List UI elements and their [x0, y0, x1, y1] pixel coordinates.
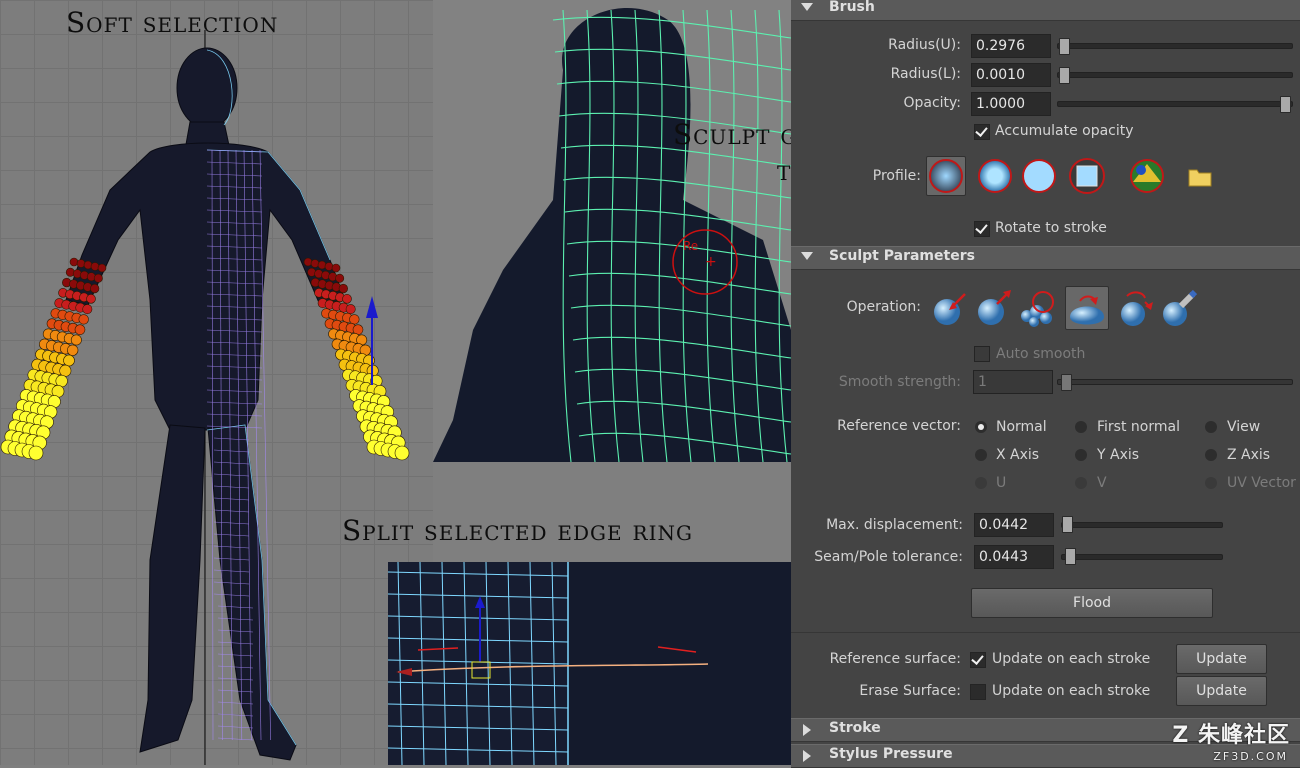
- edge-ring-mesh: [388, 562, 709, 765]
- radio-x-axis-label: X Axis: [996, 447, 1040, 463]
- radio-v[interactable]: [1075, 477, 1087, 489]
- watermark-url: ZF3D.COM: [1213, 750, 1288, 763]
- radius-u-slider-track[interactable]: [1057, 43, 1293, 49]
- profile-label: Profile:: [872, 168, 921, 184]
- expand-triangle-icon: [801, 3, 813, 11]
- erase-icon[interactable]: [1159, 288, 1199, 328]
- radio-view-label: View: [1227, 419, 1261, 435]
- radio-x-axis[interactable]: [975, 449, 987, 461]
- accumulate-opacity-label: Accumulate opacity: [995, 123, 1134, 139]
- push-icon[interactable]: [929, 288, 969, 328]
- smooth-strength-field[interactable]: 1: [973, 370, 1053, 394]
- sculpt-parameters-header-label: Sculpt Parameters: [829, 248, 975, 264]
- image-brush-icon[interactable]: [1127, 156, 1167, 196]
- sculpt-parameters-header[interactable]: Sculpt Parameters: [791, 246, 1300, 270]
- seam-pole-tolerance-field[interactable]: 0.0443: [974, 545, 1054, 569]
- smooth-strength-label: Smooth strength:: [838, 374, 961, 390]
- rotate-to-stroke-checkbox[interactable]: [974, 221, 990, 237]
- smooth-strength-slider-handle[interactable]: [1061, 374, 1072, 391]
- radio-v-label: V: [1097, 475, 1107, 491]
- svg-text:Re: Re: [683, 239, 698, 253]
- seam-pole-slider-track[interactable]: [1061, 554, 1223, 560]
- collapsed-triangle-icon: [803, 750, 811, 762]
- brush-section-header[interactable]: Brush: [791, 0, 1300, 21]
- split-edge-viewport[interactable]: [388, 562, 791, 765]
- seam-pole-slider-handle[interactable]: [1065, 548, 1076, 565]
- max-displacement-label: Max. displacement:: [826, 517, 963, 533]
- brush-header-label: Brush: [829, 0, 875, 15]
- erase-surface-checkbox[interactable]: [970, 684, 986, 700]
- opacity-slider-handle[interactable]: [1280, 96, 1291, 113]
- relax-icon[interactable]: [1065, 286, 1109, 330]
- svg-text:+: +: [705, 254, 717, 270]
- radius-l-label: Radius(L):: [890, 66, 961, 82]
- auto-smooth-label: Auto smooth: [996, 346, 1086, 362]
- max-displacement-slider-track[interactable]: [1061, 522, 1223, 528]
- radio-z-axis[interactable]: [1205, 449, 1217, 461]
- erase-surface-label: Erase Surface:: [859, 683, 961, 699]
- reference-vector-label: Reference vector:: [837, 418, 961, 434]
- sculpt-viewport[interactable]: Re + Sculpt geometry tool: [433, 0, 791, 462]
- erase-surface-update-label: Update on each stroke: [992, 683, 1151, 699]
- radius-l-slider-handle[interactable]: [1059, 67, 1070, 84]
- pull-icon[interactable]: [973, 288, 1013, 328]
- radio-y-axis[interactable]: [1075, 449, 1087, 461]
- reference-surface-label: Reference surface:: [829, 651, 961, 667]
- shoulder-mesh: Re +: [433, 8, 791, 462]
- radius-l-field[interactable]: 0.0010: [971, 63, 1051, 87]
- radio-view[interactable]: [1205, 421, 1217, 433]
- radio-u-label: U: [996, 475, 1007, 491]
- collapsed-triangle-icon: [803, 724, 811, 736]
- max-displacement-field[interactable]: 0.0442: [974, 513, 1054, 537]
- soft-selection-caption: Soft selection: [66, 6, 279, 39]
- seam-pole-tolerance-label: Seam/Pole tolerance:: [814, 549, 963, 565]
- radio-y-axis-label: Y Axis: [1097, 447, 1140, 463]
- radio-uv-vector-label: UV Vector: [1227, 475, 1296, 491]
- radio-u[interactable]: [975, 477, 987, 489]
- reference-surface-update-label: Update on each stroke: [992, 651, 1151, 667]
- auto-smooth-checkbox[interactable]: [974, 346, 990, 362]
- smooth-strength-slider-track[interactable]: [1057, 379, 1293, 385]
- radius-l-slider-track[interactable]: [1057, 72, 1293, 78]
- flood-button[interactable]: Flood: [971, 588, 1213, 618]
- operation-label: Operation:: [846, 299, 921, 315]
- pinch-icon[interactable]: [1115, 288, 1155, 328]
- opacity-slider-track[interactable]: [1057, 101, 1293, 107]
- rotate-to-stroke-label: Rotate to stroke: [995, 220, 1107, 236]
- radio-normal[interactable]: [975, 421, 987, 433]
- expand-triangle-icon: [801, 252, 813, 260]
- reference-surface-update-button[interactable]: Update: [1176, 644, 1267, 674]
- section-divider: [791, 632, 1300, 633]
- sculpt-tool-settings-panel: Brush Radius(U): 0.2976 Radius(L): 0.001…: [791, 0, 1300, 768]
- stroke-header-label: Stroke: [829, 720, 881, 736]
- square-brush-icon[interactable]: [1067, 156, 1107, 196]
- max-displacement-slider-handle[interactable]: [1062, 516, 1073, 533]
- soft-brush-icon[interactable]: [926, 156, 966, 196]
- watermark-logo: Z 朱峰社区: [1172, 723, 1290, 748]
- radius-u-slider-handle[interactable]: [1059, 38, 1070, 55]
- medium-brush-icon[interactable]: [975, 156, 1015, 196]
- folder-icon[interactable]: [1181, 160, 1221, 192]
- radius-u-label: Radius(U):: [888, 37, 961, 53]
- smooth-icon[interactable]: [1017, 288, 1057, 328]
- split-edge-caption: Split selected edge ring: [342, 514, 693, 547]
- soft-selection-viewport[interactable]: Soft selection: [0, 0, 433, 765]
- radius-u-field[interactable]: 0.2976: [971, 34, 1051, 58]
- stylus-pressure-header-label: Stylus Pressure: [829, 746, 953, 762]
- human-mesh-figure: [0, 30, 410, 765]
- sculpt-caption-line2: tool: [777, 154, 791, 187]
- radio-normal-label: Normal: [996, 419, 1047, 435]
- radio-z-axis-label: Z Axis: [1227, 447, 1271, 463]
- erase-surface-update-button[interactable]: Update: [1176, 676, 1267, 706]
- solid-circle-brush-icon[interactable]: [1019, 156, 1059, 196]
- opacity-field[interactable]: 1.0000: [971, 92, 1051, 116]
- radio-first-normal[interactable]: [1075, 421, 1087, 433]
- reference-surface-checkbox[interactable]: [970, 652, 986, 668]
- sculpt-caption-line1: Sculpt geometry: [673, 118, 791, 151]
- accumulate-opacity-checkbox[interactable]: [974, 124, 990, 140]
- opacity-label: Opacity:: [903, 95, 961, 111]
- radio-uv-vector[interactable]: [1205, 477, 1217, 489]
- radio-first-normal-label: First normal: [1097, 419, 1180, 435]
